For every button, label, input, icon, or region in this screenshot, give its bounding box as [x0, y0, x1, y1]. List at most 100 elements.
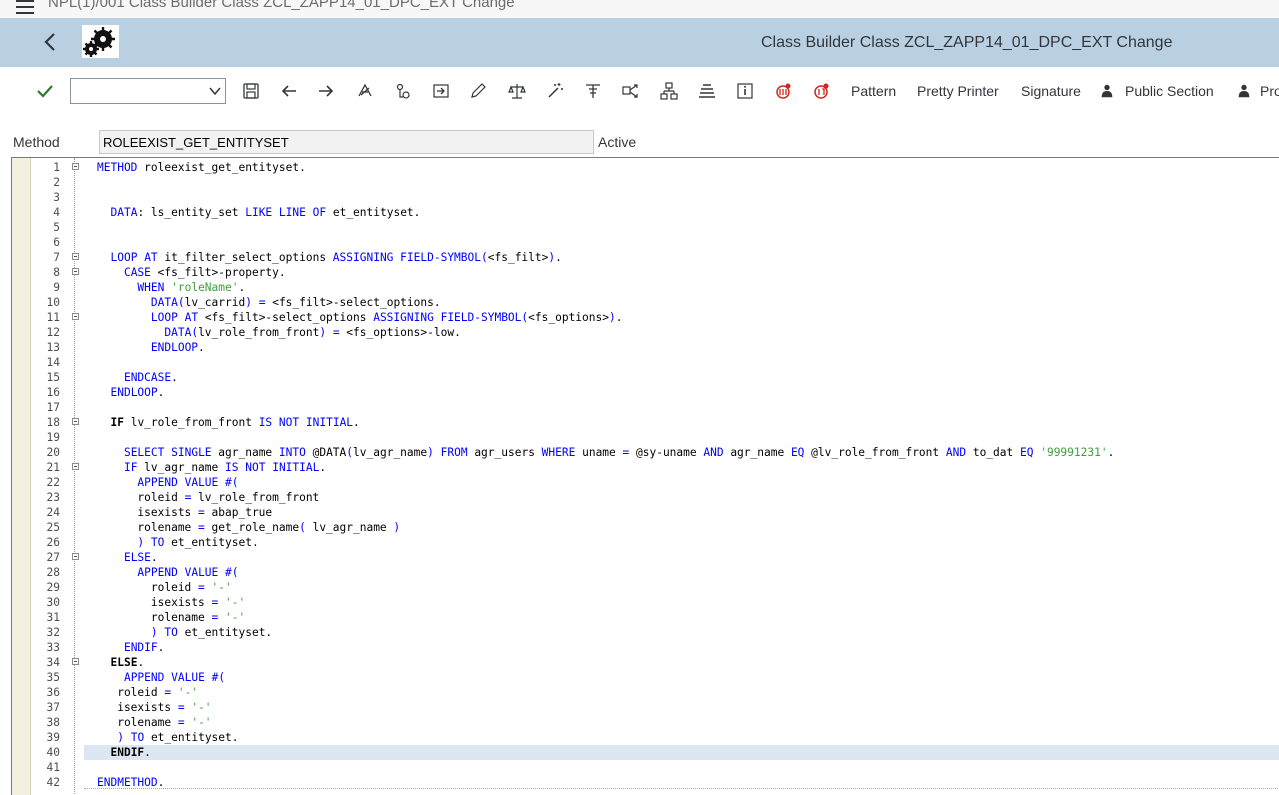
fold-toggle-icon[interactable]	[72, 313, 79, 320]
signature-button[interactable]: Signature	[1021, 83, 1081, 99]
pretty-printer-button[interactable]: Pretty Printer	[917, 83, 999, 99]
breakpoint-icon[interactable]	[773, 81, 793, 101]
code-line[interactable]: 14	[12, 355, 1279, 370]
code-line[interactable]: 10 DATA(lv_carrid) = <fs_filt>-select_op…	[12, 295, 1279, 310]
code-text: APPEND VALUE #(	[123, 671, 226, 684]
method-status: Active	[598, 134, 637, 150]
code-text: DATA: ls_entity_set LIKE LINE OF et_enti…	[110, 206, 421, 219]
arrow-right-icon[interactable]	[316, 81, 336, 101]
method-name-field[interactable]: ROLEEXIST_GET_ENTITYSET	[99, 130, 594, 154]
menu-icon[interactable]	[16, 0, 34, 14]
code-line[interactable]: 24 isexists = abap_true	[12, 505, 1279, 520]
line-number: 16	[46, 386, 60, 399]
line-number: 26	[46, 536, 60, 549]
fold-toggle-icon[interactable]	[72, 463, 79, 470]
line-number: 35	[46, 671, 60, 684]
code-line[interactable]: 34 ELSE.	[12, 655, 1279, 670]
code-line[interactable]: 27 ELSE.	[12, 550, 1279, 565]
display-change-icon[interactable]	[393, 81, 413, 101]
code-line[interactable]: 42 ENDMETHOD.	[12, 775, 1279, 790]
fold-toggle-icon[interactable]	[72, 553, 79, 560]
code-text: ELSE.	[123, 551, 158, 564]
code-line[interactable]: 37 isexists = '-'	[12, 700, 1279, 715]
protected-section-button[interactable]: Pro	[1260, 83, 1279, 99]
code-line[interactable]: 33 ENDIF.	[12, 640, 1279, 655]
code-text: ENDMETHOD.	[97, 776, 165, 789]
code-line[interactable]: 3	[12, 190, 1279, 205]
code-line[interactable]: 32 ) TO et_entityset.	[12, 625, 1279, 640]
command-field[interactable]	[70, 78, 226, 104]
fold-toggle-icon[interactable]	[72, 418, 79, 425]
code-line[interactable]: 1 METHOD roleexist_get_entityset.	[12, 160, 1279, 175]
code-line[interactable]: 12 DATA(lv_role_from_front) = <fs_option…	[12, 325, 1279, 340]
code-line[interactable]: 13 ENDLOOP.	[12, 340, 1279, 355]
code-editor[interactable]: 1 METHOD roleexist_get_entityset. 2 3 4 DATA…	[11, 157, 1279, 795]
code-line[interactable]: 6	[12, 235, 1279, 250]
code-line[interactable]: 28 APPEND VALUE #(	[12, 565, 1279, 580]
code-line[interactable]: 16 ENDLOOP.	[12, 385, 1279, 400]
code-line[interactable]: 39 ) TO et_entityset.	[12, 730, 1279, 745]
code-line[interactable]: 35 APPEND VALUE #(	[12, 670, 1279, 685]
line-number: 36	[46, 686, 60, 699]
pattern-button[interactable]: Pattern	[851, 83, 896, 99]
code-text: ENDCASE.	[123, 371, 178, 384]
external-breakpoint-icon[interactable]	[811, 81, 831, 101]
line-number: 10	[46, 296, 60, 309]
navigation-icon[interactable]	[621, 81, 641, 101]
code-line[interactable]: 2	[12, 175, 1279, 190]
line-number: 2	[53, 176, 60, 189]
fold-toggle-icon[interactable]	[72, 268, 79, 275]
code-text: LOOP AT <fs_filt>-select_options ASSIGNI…	[150, 311, 623, 324]
line-number: 31	[46, 611, 60, 624]
code-line[interactable]: 38 rolename = '-'	[12, 715, 1279, 730]
chevron-down-icon[interactable]	[209, 86, 221, 96]
code-line[interactable]: 11 LOOP AT <fs_filt>-select_options ASSI…	[12, 310, 1279, 325]
code-line[interactable]: 19	[12, 430, 1279, 445]
public-section-button[interactable]: Public Section	[1125, 83, 1214, 99]
fold-toggle-icon[interactable]	[72, 658, 79, 665]
code-line[interactable]: 23 roleid = lv_role_from_front	[12, 490, 1279, 505]
code-line[interactable]: 41	[12, 760, 1279, 775]
code-line[interactable]: 25 rolename = get_role_name( lv_agr_name…	[12, 520, 1279, 535]
code-line[interactable]: 30 isexists = '-'	[12, 595, 1279, 610]
code-line[interactable]: 5	[12, 220, 1279, 235]
code-line[interactable]: 15 ENDCASE.	[12, 370, 1279, 385]
other-object-icon[interactable]	[355, 81, 375, 101]
fold-toggle-icon[interactable]	[72, 163, 79, 170]
code-line[interactable]: 21 IF lv_agr_name IS NOT INITIAL.	[12, 460, 1279, 475]
code-line[interactable]: 31 rolename = '-'	[12, 610, 1279, 625]
window-titlebar: NPL(1)/001 Class Builder Class ZCL_ZAPP1…	[0, 0, 1279, 18]
line-number: 29	[46, 581, 60, 594]
code-text: IF lv_agr_name IS NOT INITIAL.	[123, 461, 327, 474]
code-line[interactable]: 22 APPEND VALUE #(	[12, 475, 1279, 490]
save-icon[interactable]	[241, 81, 261, 101]
code-line[interactable]: 29 roleid = '-'	[12, 580, 1279, 595]
code-line[interactable]: 40 ENDIF.	[12, 745, 1279, 760]
code-line[interactable]: 18 IF lv_role_from_front IS NOT INITIAL.	[12, 415, 1279, 430]
line-number: 15	[46, 371, 60, 384]
code-line[interactable]: 26 ) TO et_entityset.	[12, 535, 1279, 550]
info-icon[interactable]	[735, 81, 755, 101]
code-line[interactable]: 20 SELECT SINGLE agr_name INTO @DATA(lv_…	[12, 445, 1279, 460]
fold-toggle-icon[interactable]	[72, 253, 79, 260]
activate-icon[interactable]	[431, 81, 451, 101]
code-text: roleid = lv_role_from_front	[97, 491, 320, 504]
hierarchy-icon[interactable]	[659, 81, 679, 101]
code-line[interactable]: 4 DATA: ls_entity_set LIKE LINE OF et_en…	[12, 205, 1279, 220]
pencil-icon[interactable]	[468, 81, 488, 101]
code-line[interactable]: 7 LOOP AT it_filter_select_options ASSIG…	[12, 250, 1279, 265]
line-number: 24	[46, 506, 60, 519]
code-line[interactable]: 36 roleid = '-'	[12, 685, 1279, 700]
arrow-left-icon[interactable]	[279, 81, 299, 101]
code-line[interactable]: 9 WHEN 'roleName'.	[12, 280, 1279, 295]
code-line[interactable]: 8 CASE <fs_filt>-property.	[12, 265, 1279, 280]
where-used-icon[interactable]	[583, 81, 603, 101]
magic-wand-icon[interactable]	[545, 81, 565, 101]
line-number: 18	[46, 416, 60, 429]
back-icon[interactable]	[40, 30, 62, 54]
line-number: 3	[53, 191, 60, 204]
check-icon[interactable]	[35, 81, 55, 101]
balance-icon[interactable]	[507, 81, 527, 101]
stack-icon[interactable]	[697, 81, 717, 101]
code-line[interactable]: 17	[12, 400, 1279, 415]
